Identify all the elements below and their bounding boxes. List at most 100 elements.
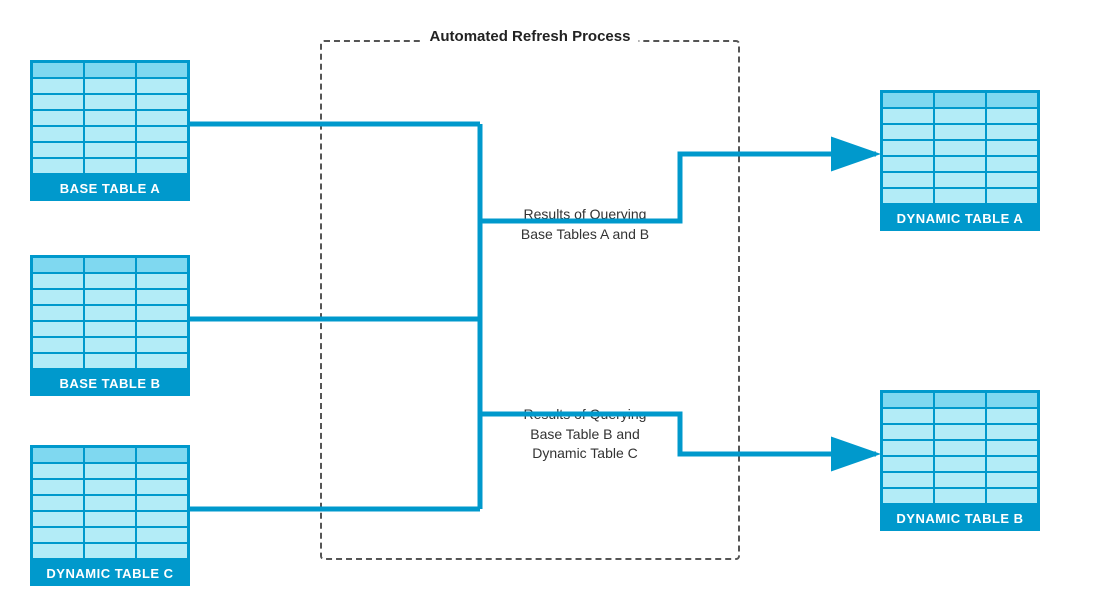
cell <box>32 463 84 479</box>
cell <box>882 140 934 156</box>
dynamic-table-b: DYNAMIC TABLE B <box>880 390 1040 531</box>
cell <box>84 479 136 495</box>
cell <box>84 543 136 559</box>
cell <box>986 424 1038 440</box>
cell <box>882 188 934 204</box>
cell <box>934 92 986 108</box>
cell <box>32 479 84 495</box>
dynamic-table-a-label: DYNAMIC TABLE A <box>880 206 1040 231</box>
cell <box>136 273 188 289</box>
cell <box>136 321 188 337</box>
cell <box>136 158 188 174</box>
cell <box>32 158 84 174</box>
cell <box>84 62 136 78</box>
cell <box>84 305 136 321</box>
cell <box>84 78 136 94</box>
cell <box>32 353 84 369</box>
cell <box>136 495 188 511</box>
results-a-label: Results of QueryingBase Tables A and B <box>505 205 665 244</box>
cell <box>84 289 136 305</box>
cell <box>882 172 934 188</box>
cell <box>986 108 1038 124</box>
cell <box>84 463 136 479</box>
cell <box>934 424 986 440</box>
cell <box>84 337 136 353</box>
cell <box>986 124 1038 140</box>
cell <box>986 440 1038 456</box>
dynamic-table-a-grid <box>880 90 1040 206</box>
cell <box>84 126 136 142</box>
cell <box>32 126 84 142</box>
cell <box>882 156 934 172</box>
cell <box>32 447 84 463</box>
cell <box>882 456 934 472</box>
cell <box>986 172 1038 188</box>
base-table-a-grid <box>30 60 190 176</box>
cell <box>32 110 84 126</box>
cell <box>136 78 188 94</box>
dynamic-table-b-grid <box>880 390 1040 506</box>
cell <box>934 456 986 472</box>
cell <box>882 472 934 488</box>
cell <box>934 488 986 504</box>
cell <box>136 463 188 479</box>
cell <box>84 353 136 369</box>
cell <box>32 94 84 110</box>
cell <box>136 447 188 463</box>
cell <box>84 142 136 158</box>
cell <box>934 156 986 172</box>
cell <box>136 543 188 559</box>
cell <box>32 257 84 273</box>
cell <box>934 392 986 408</box>
cell <box>84 495 136 511</box>
cell <box>32 289 84 305</box>
cell <box>136 126 188 142</box>
cell <box>32 321 84 337</box>
cell <box>934 172 986 188</box>
cell <box>32 273 84 289</box>
cell <box>32 305 84 321</box>
cell <box>32 527 84 543</box>
cell <box>934 124 986 140</box>
cell <box>32 142 84 158</box>
cell <box>84 511 136 527</box>
automated-refresh-box: Automated Refresh Process <box>320 40 740 560</box>
cell <box>136 110 188 126</box>
cell <box>986 472 1038 488</box>
cell <box>934 140 986 156</box>
cell <box>32 78 84 94</box>
cell <box>934 408 986 424</box>
cell <box>882 408 934 424</box>
cell <box>882 424 934 440</box>
cell <box>32 543 84 559</box>
cell <box>136 479 188 495</box>
automated-refresh-title: Automated Refresh Process <box>422 28 639 45</box>
base-table-b: BASE TABLE B <box>30 255 190 396</box>
cell <box>882 92 934 108</box>
dynamic-table-c-grid <box>30 445 190 561</box>
base-table-b-label: BASE TABLE B <box>30 371 190 396</box>
base-table-a-label: BASE TABLE A <box>30 176 190 201</box>
base-table-a: BASE TABLE A <box>30 60 190 201</box>
cell <box>136 142 188 158</box>
cell <box>84 94 136 110</box>
cell <box>934 188 986 204</box>
cell <box>986 140 1038 156</box>
dynamic-table-c-label: DYNAMIC TABLE C <box>30 561 190 586</box>
dynamic-table-a: DYNAMIC TABLE A <box>880 90 1040 231</box>
cell <box>934 108 986 124</box>
cell <box>84 257 136 273</box>
cell <box>84 447 136 463</box>
cell <box>32 511 84 527</box>
cell <box>986 188 1038 204</box>
cell <box>32 62 84 78</box>
cell <box>32 337 84 353</box>
cell <box>136 94 188 110</box>
cell <box>136 305 188 321</box>
cell <box>882 108 934 124</box>
cell <box>882 392 934 408</box>
cell <box>136 511 188 527</box>
dynamic-table-b-label: DYNAMIC TABLE B <box>880 506 1040 531</box>
cell <box>32 495 84 511</box>
cell <box>136 353 188 369</box>
